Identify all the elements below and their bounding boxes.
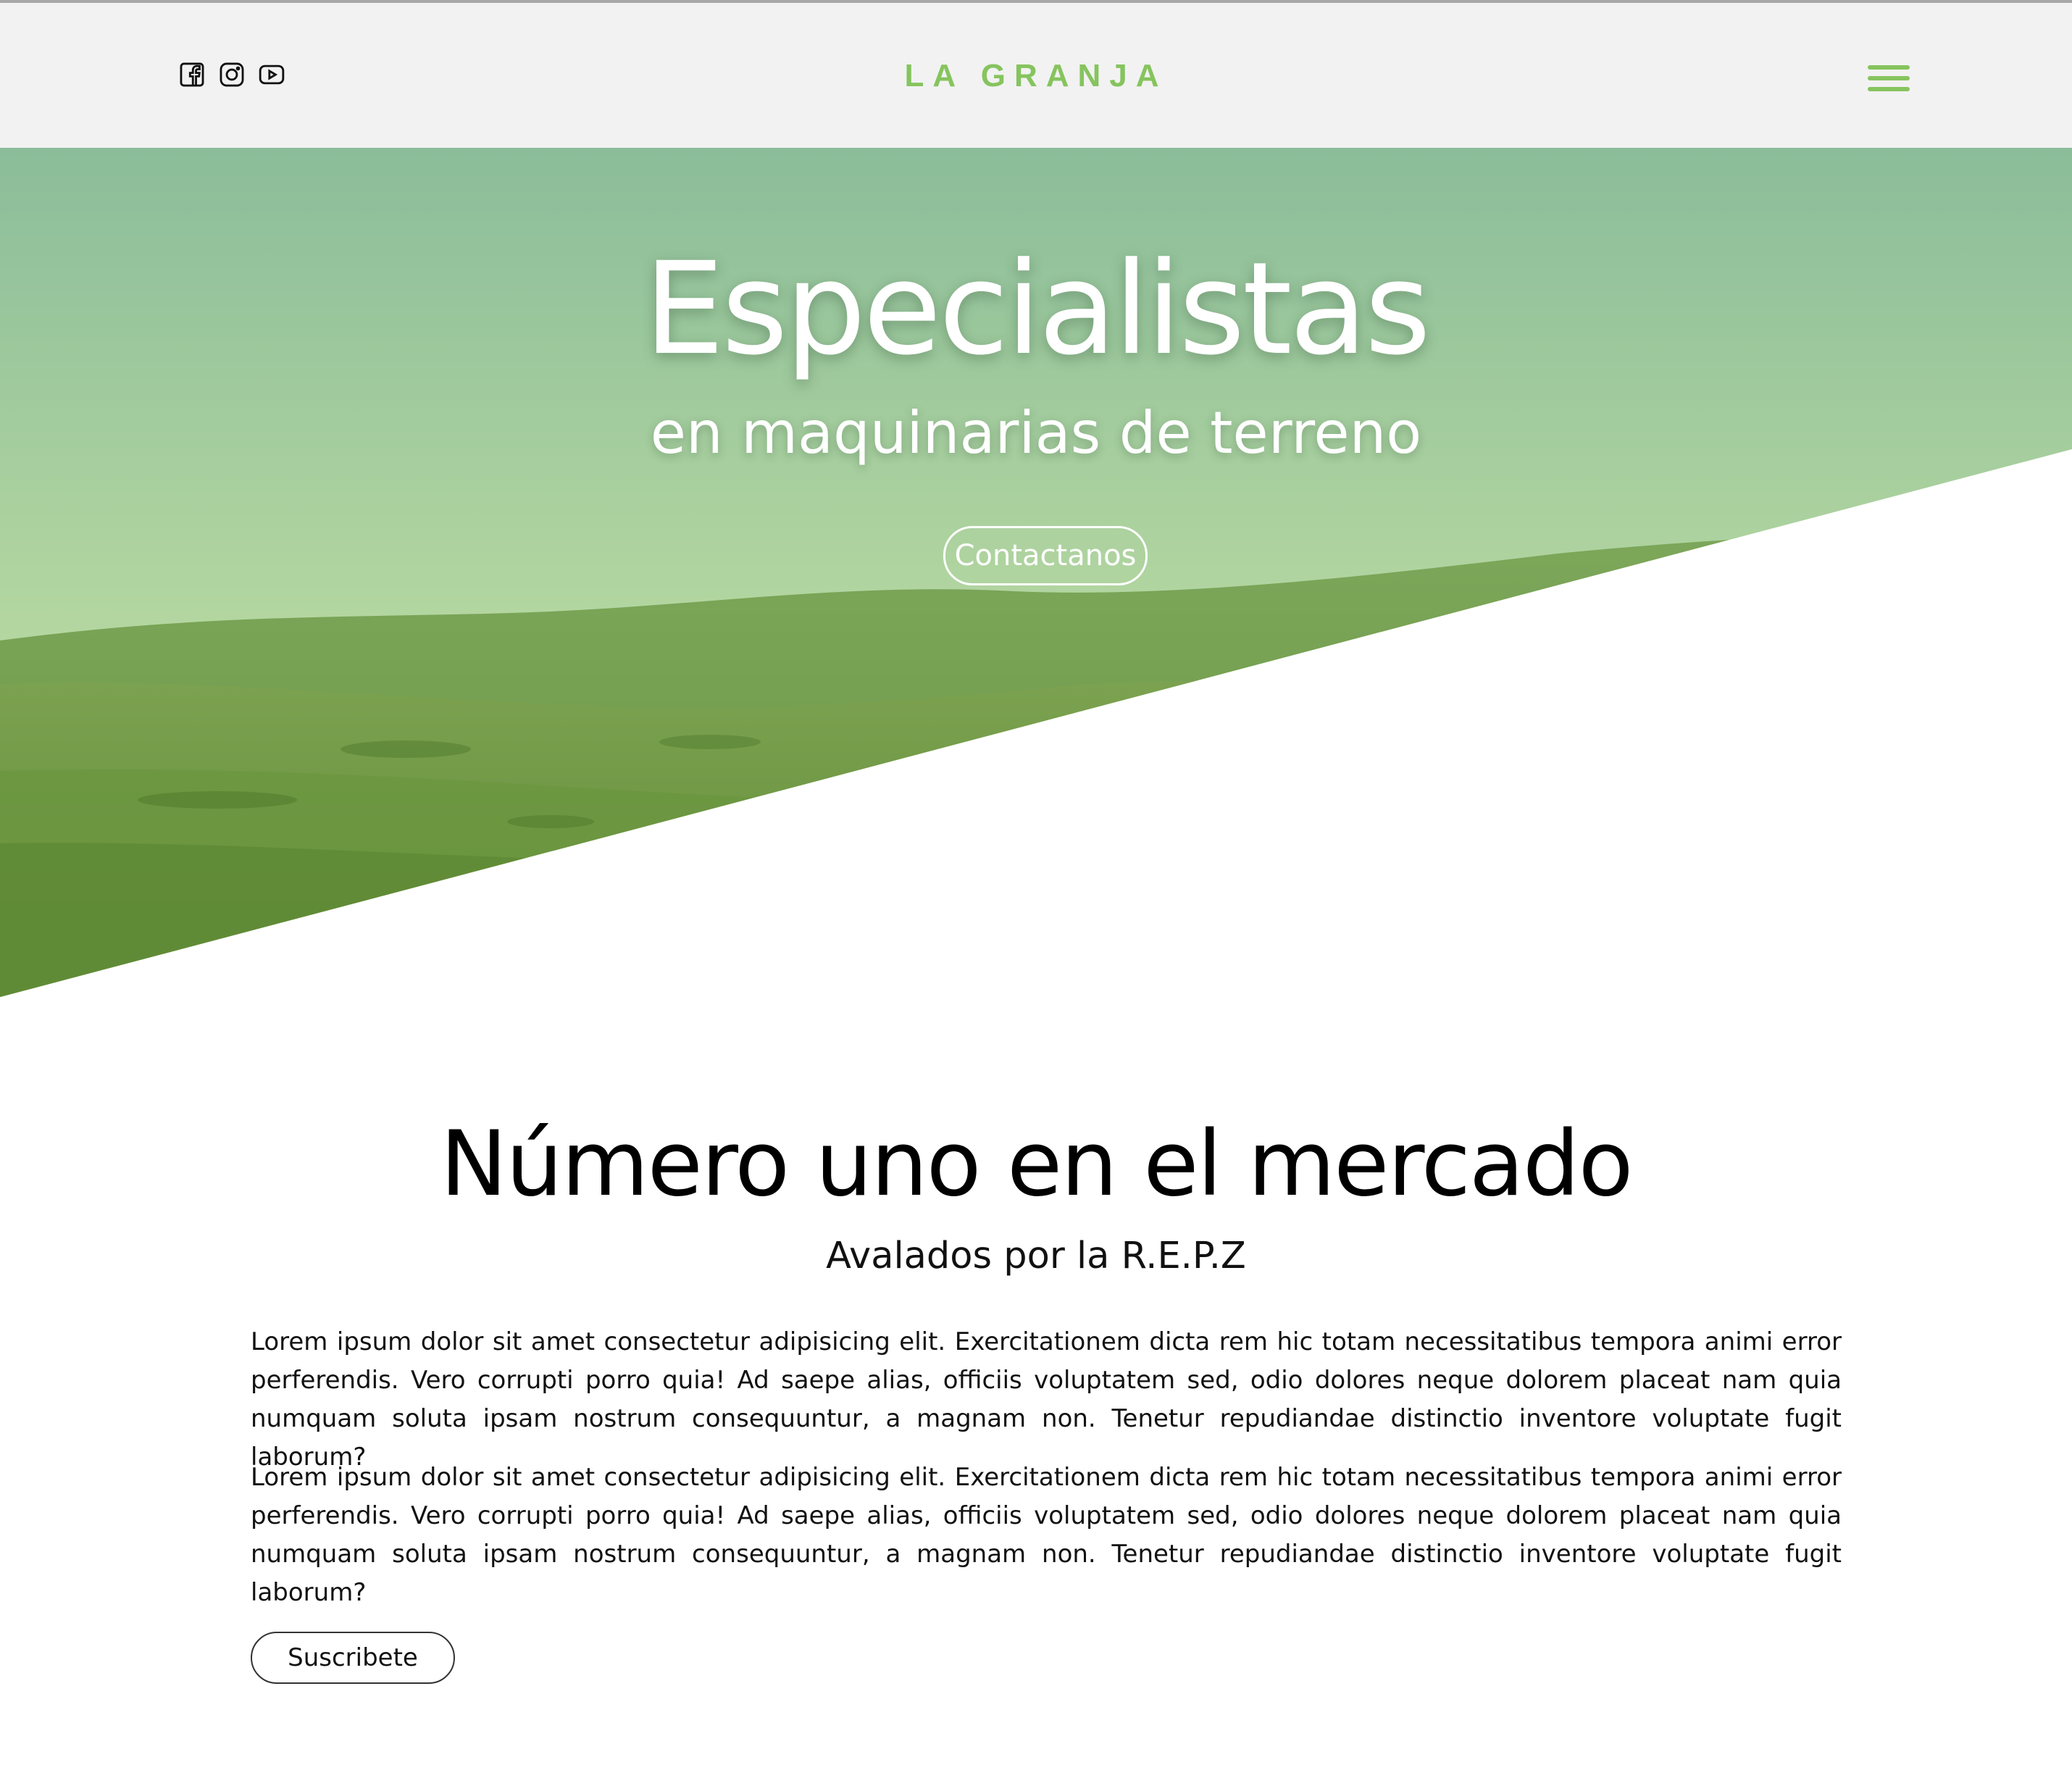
hamburger-menu-icon[interactable]: [1868, 65, 1910, 91]
menu-bar: [1868, 87, 1910, 91]
menu-bar: [1868, 76, 1910, 80]
body-paragraph: Lorem ipsum dolor sit amet consectetur a…: [251, 1327, 1842, 1472]
site-logo[interactable]: LA GRANJA: [0, 58, 2072, 94]
hero-title: Especialistas: [643, 235, 1431, 383]
menu-bar: [1868, 65, 1910, 70]
section-title: Número uno en el mercado: [440, 1112, 1634, 1217]
navbar: LA GRANJA: [0, 3, 2072, 148]
hero-subtitle: en maquinarias de terreno: [650, 399, 1422, 467]
subscribe-button[interactable]: Suscribete: [251, 1632, 455, 1684]
hero-section: Especialistas en maquinarias de terreno …: [0, 148, 2072, 997]
body-paragraph: Lorem ipsum dolor sit amet consectetur a…: [251, 1463, 1842, 1607]
contact-button[interactable]: Contactanos: [943, 526, 1148, 585]
section-subtitle: Avalados por la R.E.P.Z: [826, 1235, 1246, 1277]
